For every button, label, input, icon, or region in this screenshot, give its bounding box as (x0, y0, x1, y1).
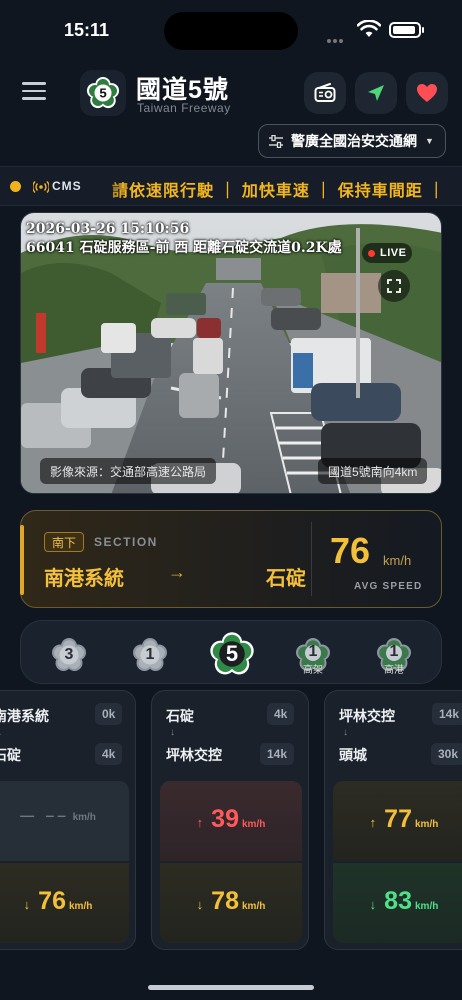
avg-speed-unit: km/h (383, 553, 412, 568)
section-summary-card[interactable] (20, 510, 442, 608)
navigation-button[interactable] (355, 72, 397, 114)
app-subtitle: Taiwan Freeway (137, 101, 231, 115)
arrow-down-icon: ↓ (23, 897, 31, 912)
route-selector[interactable]: 3 1 5 1 高架 1 高港 (20, 620, 442, 684)
segment-from: 石碇 (166, 708, 194, 724)
radio-station-label: 警廣全國治安交通網 (291, 133, 417, 149)
radio-button[interactable] (304, 72, 346, 114)
arrow-down-icon: ↓ (196, 897, 204, 912)
segment-from: 坪林交控 (339, 708, 395, 724)
route-chip-5-active[interactable]: 5 (209, 631, 255, 677)
sliders-icon (269, 134, 283, 148)
camera-location-caption: 66041 石碇服務區-前 西 距離石碇交流道0.2K處 (26, 240, 342, 256)
down-speed-unit: km/h (241, 901, 266, 912)
down-speed-unit: km/h (68, 901, 93, 912)
avg-speed-label: AVG SPEED (354, 581, 423, 592)
segment-to: 坪林交控 (166, 747, 222, 763)
arrow-down-icon: ↓ (369, 897, 377, 912)
home-indicator[interactable] (148, 985, 314, 990)
arrow-down-icon: ↓ (343, 727, 348, 738)
up-speed-unit: km/h (414, 819, 439, 830)
camera-source: 影像來源：交通部高速公路局 (40, 458, 217, 484)
section-to: 石碇 (266, 568, 306, 590)
northbound-speed-panel: ↑ 77 km/h (333, 781, 462, 861)
heart-icon (417, 84, 437, 102)
up-speed-unit: km/h (72, 812, 96, 823)
radio-icon (314, 83, 336, 102)
route-chip-1[interactable]: 1 (132, 637, 168, 673)
route-chip-3[interactable]: 3 (51, 637, 87, 673)
route-sub-label: 高架 (303, 665, 323, 676)
down-speed-value: 83 (384, 887, 412, 915)
status-time: 15:11 (64, 20, 110, 40)
cms-message: 請依速限行駛 ｜ 加快車速 ｜ 保持車間距 ｜ (112, 183, 446, 200)
route-number: 1 (145, 646, 155, 663)
segment-to: 頭城 (339, 747, 367, 763)
avg-speed-value: 76 (330, 530, 371, 571)
navigation-arrow-icon (368, 85, 384, 101)
segment-from-km: 14k (432, 703, 462, 725)
northbound-speed-panel: ↑ 39 km/h (160, 781, 302, 861)
segment-from-km: 4k (267, 703, 295, 725)
northbound-speed-panel: — ‒‒ km/h (0, 781, 129, 861)
up-speed-value: 39 (211, 805, 239, 833)
arrow-up-icon: ↑ (196, 815, 204, 830)
up-speed-value: 77 (384, 805, 412, 833)
chevron-down-icon: ▼ (425, 136, 434, 146)
route-chip-1-kaohsiung-port[interactable]: 1 高港 (376, 637, 412, 676)
southbound-speed-panel: ↓ 78 km/h (160, 863, 302, 943)
segment-to-km: 14k (260, 743, 295, 765)
route-number: 1 (308, 643, 318, 660)
arrow-up-icon: ↑ (369, 815, 377, 830)
segment-card[interactable]: 坪林交控 14k ↓ 頭城 30k ↑ 77 km/h ↓ 83 km/h (324, 690, 462, 950)
section-label: SECTION (94, 535, 158, 549)
down-speed-value: 76 (38, 887, 66, 915)
cms-ticker: CMS 請依速限行駛 ｜ 加快車速 ｜ 保持車間距 ｜ (0, 166, 462, 206)
route-number: 5 (225, 641, 239, 666)
camera-timestamp: 2026-03-26 15:10:56 (26, 221, 190, 237)
segment-card[interactable]: 南港系統 0k ↓ 石碇 4k — ‒‒ km/h ↓ 76 km/h (0, 690, 136, 950)
cms-status-dot (10, 181, 21, 192)
arrow-down-icon: ↓ (170, 727, 175, 738)
live-badge: LIVE (362, 243, 413, 263)
live-label: LIVE (380, 247, 407, 259)
arrow-down-icon: ↓ (0, 727, 2, 738)
arrow-right-icon: → (168, 562, 186, 582)
expand-icon (387, 279, 401, 293)
route-number: 1 (389, 643, 399, 660)
menu-icon[interactable] (22, 82, 46, 102)
up-speed-unit: km/h (241, 819, 266, 830)
wifi-icon (356, 19, 382, 38)
direction-badge: 南下 (44, 532, 85, 552)
favorite-button[interactable] (406, 72, 448, 114)
radio-station-dropdown[interactable]: 警廣全國治安交通網 ▼ (258, 124, 446, 158)
segment-from-km: 0k (95, 703, 123, 725)
route-chip-1-elevated[interactable]: 1 高架 (295, 637, 331, 676)
camera-id: 國道5號南向4km (318, 458, 428, 484)
route-number: 3 (64, 646, 74, 663)
segment-card[interactable]: 石碇 4k ↓ 坪林交控 14k ↑ 39 km/h ↓ 78 km/h (151, 690, 309, 950)
segment-from: 南港系統 (0, 708, 49, 724)
cms-label: CMS (52, 179, 82, 193)
southbound-speed-panel: ↓ 83 km/h (333, 863, 462, 943)
battery-icon (389, 22, 424, 38)
segment-to-km: 30k (431, 743, 462, 765)
plum-blossom-icon: 5 (86, 76, 120, 109)
section-from: 南港系統 (44, 568, 124, 590)
route-sub-label: 高港 (384, 665, 404, 676)
down-speed-unit: km/h (414, 901, 439, 912)
fullscreen-button[interactable] (378, 270, 410, 302)
route-logo: 5 (80, 70, 126, 116)
broadcast-icon (32, 180, 50, 198)
live-dot-icon (368, 249, 375, 257)
segment-to: 石碇 (0, 747, 21, 763)
dynamic-island (164, 12, 298, 50)
up-speed-value: — ‒‒ (20, 807, 70, 823)
segment-to-km: 4k (95, 743, 123, 765)
southbound-speed-panel: ↓ 76 km/h (0, 863, 129, 943)
svg-text:5: 5 (99, 86, 106, 101)
signal-icon (327, 30, 349, 43)
down-speed-value: 78 (211, 887, 239, 915)
